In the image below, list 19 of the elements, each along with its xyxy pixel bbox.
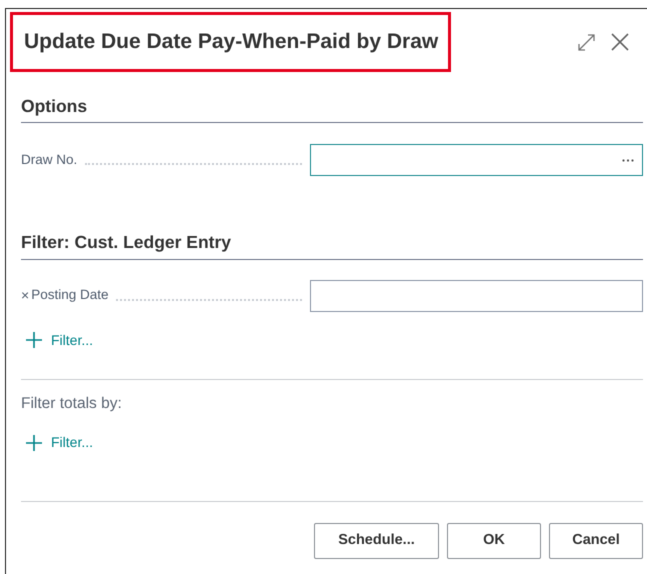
- input-field[interactable]: [310, 280, 643, 312]
- add-filter-link[interactable]: Filter...: [21, 330, 98, 350]
- remove-filter-button[interactable]: ×: [21, 285, 30, 306]
- dialog-title: Update Due Date Pay-When-Paid by Draw: [10, 12, 452, 72]
- section-heading: Filter: Cust. Ledger Entry: [21, 229, 643, 260]
- dialog-button[interactable]: Cancel: [549, 522, 643, 559]
- dialog-button[interactable]: Schedule...: [314, 522, 439, 559]
- plus-icon: [25, 434, 43, 452]
- more-icon[interactable]: [622, 158, 634, 162]
- close-icon[interactable]: [611, 33, 629, 51]
- filter-totals-label: Filter totals by:: [21, 394, 123, 414]
- section-heading: Options: [21, 93, 643, 124]
- field-label: Posting Date: [31, 286, 108, 304]
- plus-icon: [25, 331, 43, 349]
- dialog-button[interactable]: OK: [447, 522, 541, 559]
- add-filter-link[interactable]: Filter...: [21, 432, 98, 454]
- field-label: Draw No.: [21, 151, 78, 170]
- expand-icon[interactable]: [578, 34, 595, 50]
- input-field[interactable]: [310, 144, 643, 176]
